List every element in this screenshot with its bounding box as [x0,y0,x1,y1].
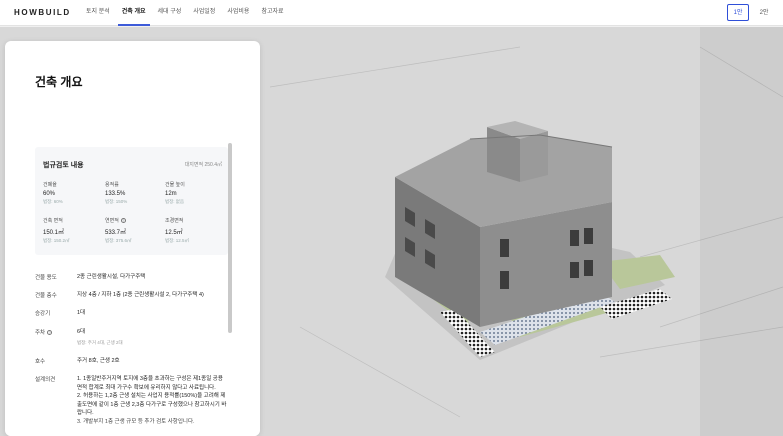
tab-building-overview[interactable]: 건축 개요 [116,0,152,26]
detail-key: 호수 [35,359,46,365]
info-icon[interactable]: ? [120,218,126,223]
detail-key: 설계의견 [35,377,56,383]
panel-scrollbar[interactable] [228,143,232,333]
rooftop-core-front [520,131,548,182]
detail-key: 승강기 [35,311,51,317]
metric-label: 용적률 [105,182,119,188]
site-area: 대지면적 250.4㎡ [184,162,222,168]
metric-legal: 법정: 12.5㎡ [165,238,190,243]
metric-legal: 법정: 375.6㎡ [105,238,132,243]
regulation-review-card: 법규검토 내용 대지면적 250.4㎡ 건폐율 60% 법정: 60% 용적률 … [35,147,228,255]
metric-legal: 법정: 없음 [165,199,185,204]
plan-1-button[interactable]: 1안 [727,4,749,21]
app-logo[interactable]: HOWBUILD [14,8,71,17]
metric-total-floor-area: 연면적 ? 533.7㎡ 법정: 375.6㎡ [105,217,165,244]
tab-cost[interactable]: 사업비용 [221,0,255,26]
metric-label: 건물 높이 [165,182,185,188]
tab-schedule[interactable]: 사업일정 [187,0,221,26]
detail-key-row: 주차 ? [35,328,53,336]
metric-label-row: 연면적 ? [105,217,165,224]
top-bar: HOWBUILD 토지 분석 건축 개요 세대 구성 사업일정 사업비용 참고자… [0,0,783,26]
detail-value: 지상 4층 / 지하 1층 (2종 근린생활시설 2, 다가구주택 4) [77,292,204,298]
metric-legal: 법정: 150.2㎡ [43,238,70,243]
main-tabs: 토지 분석 건축 개요 세대 구성 사업일정 사업비용 참고자료 [80,0,290,26]
page-title: 건축 개요 [35,75,83,89]
review-heading: 법규검토 내용 [43,162,84,169]
metric-label: 연면적 [105,218,119,224]
detail-value: 1대 [77,310,86,316]
detail-value: 2종 근린생활시설, 다가구주택 [77,274,146,280]
metric-value: 150.1㎡ [43,230,65,236]
metric-building-area: 건축 면적 150.1㎡ 법정: 150.2㎡ [43,217,103,244]
tab-references[interactable]: 참고자료 [255,0,289,26]
metric-value: 12.5㎡ [165,230,183,236]
metric-floor-area-ratio: 용적률 133.5% 법정: 150% [105,181,165,205]
overview-panel: 건축 개요 법규검토 내용 대지면적 250.4㎡ 건폐율 60% 법정: 60… [5,41,260,436]
metric-value: 533.7㎡ [105,230,127,236]
plan-2-button[interactable]: 2안 [753,4,775,21]
metric-legal: 법정: 150% [105,199,128,204]
metric-legal: 법정: 60% [43,199,63,204]
metric-building-height: 건물 높이 12m 법정: 없음 [165,181,225,205]
panel-fade [5,418,260,436]
detail-value: 6대 [77,329,86,335]
tab-unit-composition[interactable]: 세대 구성 [152,0,188,26]
metric-value: 12m [165,191,177,197]
detail-key: 건물 층수 [35,293,57,299]
detail-key: 건물 용도 [35,275,57,281]
metric-landscape-area: 조경면적 12.5㎡ 법정: 12.5㎡ [165,217,225,244]
metric-value: 133.5% [105,191,126,197]
tab-land-analysis[interactable]: 토지 분석 [80,0,116,26]
metric-label: 건축 면적 [43,218,63,224]
metric-label: 조경면적 [165,218,184,224]
metric-value: 60% [43,191,56,197]
info-icon[interactable]: ? [47,329,53,335]
detail-key: 주차 [35,330,46,336]
detail-value: 주거 8호, 근생 2호 [77,358,120,364]
detail-value-block: 6대 법정: 주거 4대, 근생 2대 [77,328,227,347]
plan-toggle: 1안 2안 [727,4,775,21]
metric-coverage-ratio: 건폐율 60% 법정: 60% [43,181,103,205]
metric-label: 건폐율 [43,182,57,188]
detail-note: 법정: 주거 4대, 근생 2대 [77,339,123,345]
